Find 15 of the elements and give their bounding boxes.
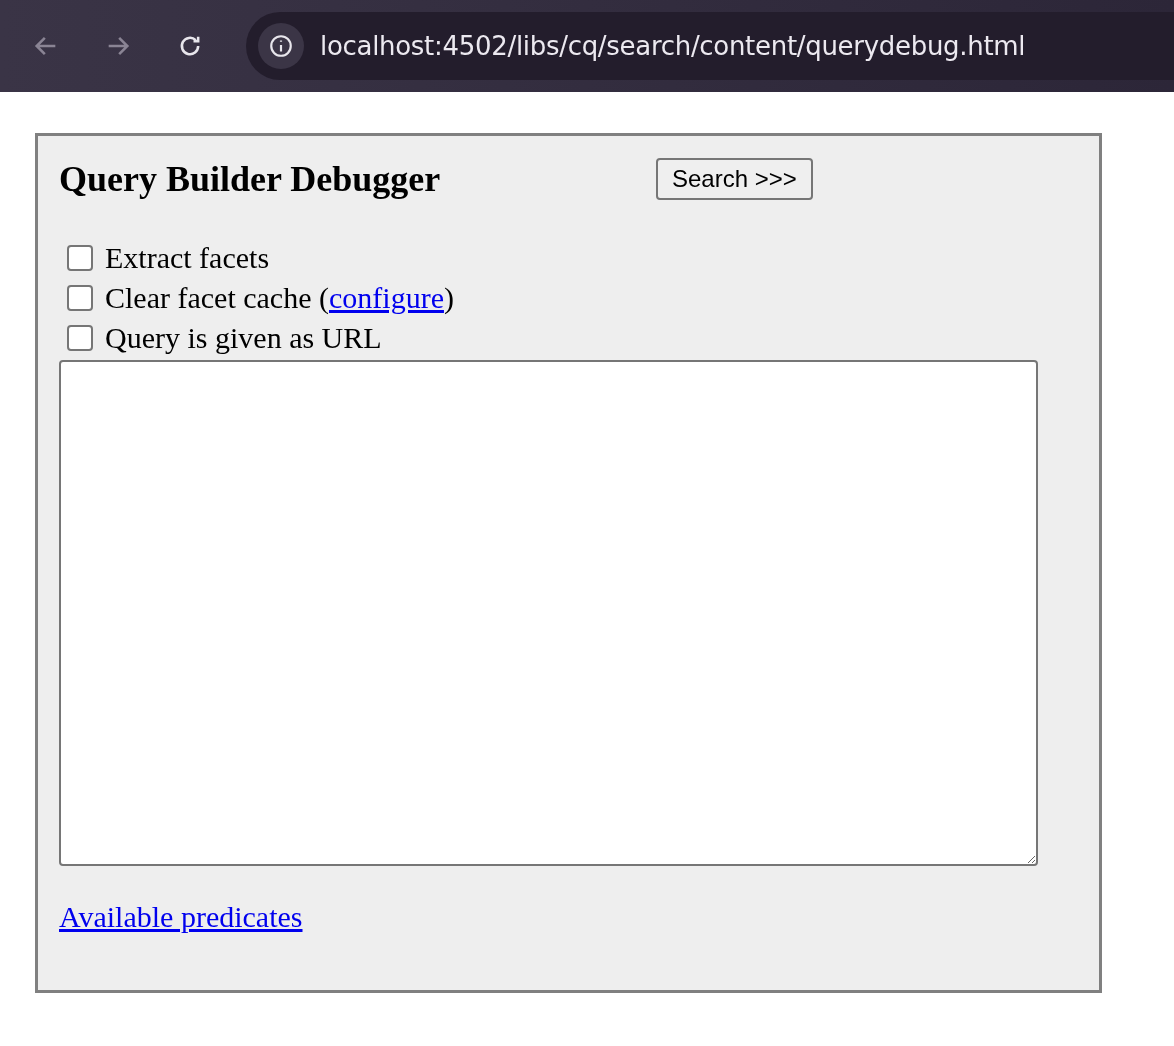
checkbox[interactable] xyxy=(67,325,93,351)
page-title: Query Builder Debugger xyxy=(59,158,442,200)
query-field[interactable] xyxy=(59,360,1038,866)
checkbox-label: Clear facet cache ( xyxy=(105,281,329,315)
url-text: localhost:4502/libs/cq/search/content/querydebug.html xyxy=(320,31,1026,61)
address-bar[interactable]: localhost:4502/libs/cq/search/content/querydebug.html xyxy=(246,12,1174,80)
search-button[interactable]: Search >>> xyxy=(656,158,813,200)
checkbox-label: Query is given as URL xyxy=(105,321,382,355)
checkbox[interactable] xyxy=(67,245,93,271)
checkbox[interactable] xyxy=(67,285,93,311)
info-icon[interactable] xyxy=(258,23,304,69)
checkbox-label: ) xyxy=(443,281,454,315)
checkbox-label: Extract facets xyxy=(105,241,270,275)
configure-link[interactable]: configure xyxy=(329,281,444,315)
predicates-link[interactable]: Available predicates xyxy=(59,900,303,933)
